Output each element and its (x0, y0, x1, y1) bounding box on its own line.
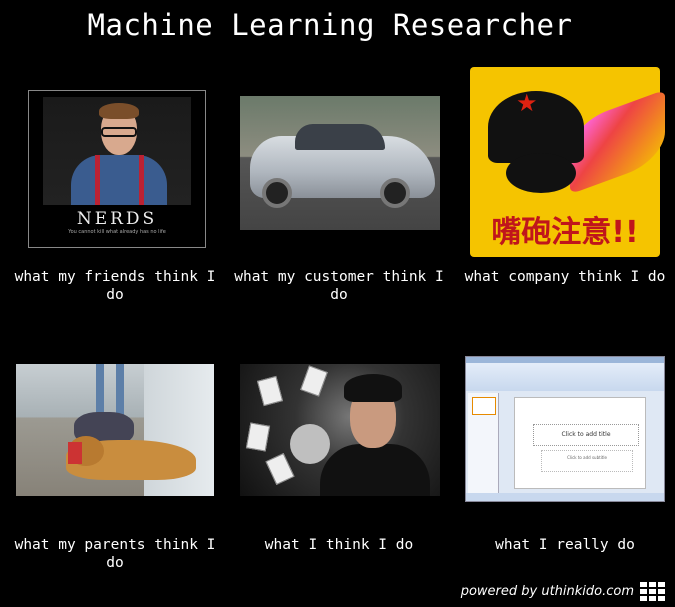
magician-hand (290, 424, 330, 464)
nerds-poster-image: NERDS You cannot kill what already has n… (28, 90, 206, 248)
sports-car-image (240, 96, 440, 230)
playing-card (265, 452, 295, 486)
glasses-icon (101, 127, 137, 137)
caption-customer: what my customer think I do (234, 269, 444, 303)
slide-thumbnail (472, 397, 496, 415)
car-wheel-front (262, 178, 292, 208)
slide-panel (468, 393, 499, 493)
title-bar (466, 357, 664, 363)
nerd-hair (99, 103, 139, 119)
suspender-right (139, 155, 144, 205)
sign-text: 嘴砲注意!! (491, 215, 639, 250)
suspender-left (95, 155, 100, 205)
nerd-photo (43, 97, 191, 205)
footer: powered by uthinkido.com (461, 582, 665, 601)
car-wheel-rear (380, 178, 410, 208)
magician-image (240, 364, 440, 496)
title-placeholder: Click to add title (533, 424, 639, 446)
magician-hair (344, 374, 402, 402)
cup-icon (68, 442, 82, 464)
status-bar (466, 493, 664, 501)
subtitle-placeholder: Click to add subtitle (541, 450, 633, 472)
warning-sign-image: ★ 嘴砲注意!! (465, 62, 665, 262)
caption-friends: what my friends think I do (14, 269, 216, 303)
playing-card (245, 422, 271, 452)
playing-card (256, 375, 284, 407)
nerd-shirt (71, 155, 167, 205)
poster-subtitle: You cannot kill what already has no life (68, 229, 166, 235)
footer-link[interactable]: powered by uthinkido.com (461, 584, 634, 599)
caption-self: what I think I do (264, 537, 414, 553)
car-windshield (295, 124, 385, 150)
playing-card (300, 365, 328, 397)
powerpoint-screenshot: Click to add title Click to add subtitle (465, 356, 665, 502)
meme-title: Machine Learning Researcher (87, 8, 573, 42)
flame-icon (570, 89, 665, 195)
slide-canvas: Click to add title Click to add subtitle (514, 397, 646, 489)
sign-background: ★ 嘴砲注意!! (470, 67, 665, 257)
gas-mask-icon (506, 153, 576, 193)
caption-reality: what I really do (495, 537, 635, 553)
magician-suit (320, 444, 430, 496)
caption-company: what company think I do (464, 269, 666, 285)
star-icon: ★ (516, 89, 538, 117)
caption-parents: what my parents think I do (14, 537, 216, 571)
street-beggar-image (16, 364, 214, 496)
grid-icon (640, 582, 665, 601)
poster-title: NERDS (76, 209, 158, 229)
